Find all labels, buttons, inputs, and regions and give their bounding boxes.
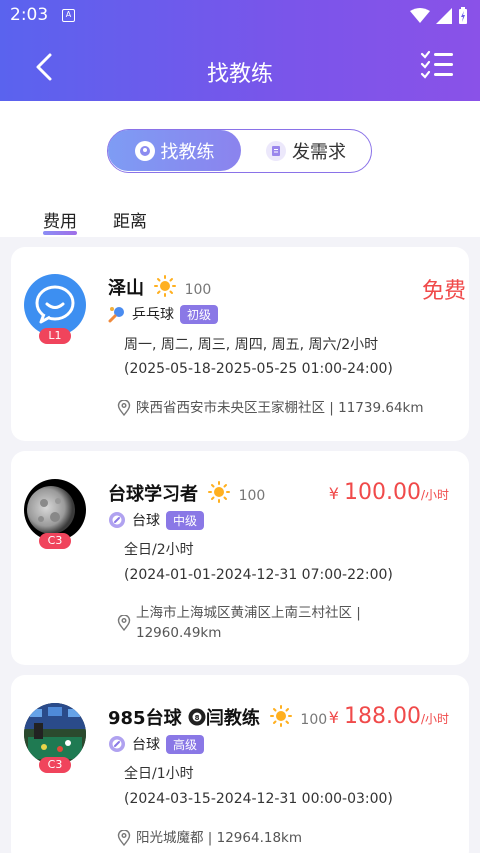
location-pin-icon — [117, 615, 131, 631]
sport-name: 乒乓球 — [132, 307, 174, 323]
sport-row: 乒乓球 初级 — [108, 304, 219, 324]
moon-avatar-image — [27, 486, 75, 534]
level-badge: L1 — [39, 328, 71, 344]
price-value: 100.00 — [343, 480, 421, 505]
page-title: 找教练 — [206, 62, 273, 87]
billiards-hall-avatar-image — [24, 703, 86, 765]
active-tab-indicator — [43, 231, 77, 235]
post-request-tab[interactable]: 发需求 — [241, 130, 371, 171]
coach-score: 100 — [238, 488, 266, 504]
chat-bubble-icon — [35, 285, 75, 324]
coach-name-text: 985台球 — [108, 708, 182, 729]
price-currency: ¥ — [328, 484, 339, 503]
coach-name: 985台球 8 闫教练 100 — [108, 704, 327, 730]
find-coach-tab[interactable]: 找教练 — [108, 130, 241, 171]
billiards-icon — [109, 512, 125, 528]
level-badge: C3 — [39, 757, 71, 773]
main-content: 找教练 发需求 费用 距离 L1 泽山 100 免费 乒乓球 初级 周一, 周二… — [0, 101, 480, 853]
grade-badge: 初级 — [180, 304, 219, 324]
period-text: (2024-01-01-2024-12-31 07:00-22:00) — [124, 567, 393, 583]
wifi-icon — [410, 7, 430, 23]
sun-icon — [208, 481, 231, 503]
filter-area: 找教练 发需求 费用 距离 — [0, 101, 480, 237]
post-request-label: 发需求 — [292, 141, 346, 163]
price-value: 188.00 — [343, 704, 421, 729]
price-free: 免费 — [421, 279, 466, 304]
price: ¥188.00/小时 — [329, 704, 449, 729]
coach-name: 泽山 100 — [108, 274, 211, 300]
battery-icon — [459, 7, 467, 24]
status-icons — [410, 7, 468, 24]
find-coach-icon — [134, 140, 155, 161]
app-header: 2:03 A 找教练 — [0, 0, 480, 101]
coach-name-text: 台球学习者 — [108, 484, 198, 505]
coach-name: 台球学习者 100 — [108, 480, 265, 506]
avatar — [24, 274, 86, 336]
coach-name-text-2: 闫教练 — [205, 708, 260, 729]
location-pin-icon — [117, 830, 131, 846]
coach-card[interactable]: L1 泽山 100 免费 乒乓球 初级 周一, 周二, 周三, 周四, 周五, … — [11, 247, 469, 441]
price-unit: /小时 — [420, 488, 449, 502]
status-bar: 2:03 A — [0, 0, 480, 32]
signal-icon — [436, 7, 452, 24]
avatar — [24, 479, 86, 541]
address-line-2: 12960.49km — [136, 625, 222, 641]
coach-score: 100 — [300, 712, 328, 728]
notification-app-icon: A — [62, 9, 75, 22]
sport-name: 台球 — [132, 737, 160, 753]
grade-badge: 高级 — [166, 734, 205, 754]
status-time: 2:03 — [10, 5, 49, 25]
coach-card[interactable]: C3 台球学习者 100 ¥100.00/小时 台球 中级 全日/2小时 (20… — [11, 451, 469, 665]
level-badge: C3 — [39, 533, 71, 549]
sun-icon — [270, 705, 293, 727]
coach-name-text: 泽山 — [108, 278, 144, 299]
avatar — [24, 703, 86, 765]
sort-tab-fee[interactable]: 费用 — [43, 207, 77, 232]
ping-pong-icon — [108, 307, 124, 323]
address: 陕西省西安市未央区王家棚社区 | 11739.64km — [117, 398, 424, 418]
eight-ball-icon: 8 — [188, 708, 206, 726]
svg-text:8: 8 — [194, 714, 199, 722]
price: ¥100.00/小时 — [329, 480, 449, 505]
sun-icon — [154, 275, 177, 297]
sport-row: 台球 高级 — [108, 734, 205, 754]
period-text: (2024-03-15-2024-12-31 00:00-03:00) — [124, 791, 393, 807]
schedule-text: 全日/2小时 — [124, 542, 194, 558]
location-pin-icon — [117, 400, 131, 416]
period-text: (2025-05-18-2025-05-25 01:00-24:00) — [124, 361, 393, 377]
address-text: 上海市上海城区黄浦区上南三村社区 | 12960.49km — [136, 603, 361, 643]
billiards-icon — [109, 736, 125, 752]
checklist-menu-icon[interactable] — [420, 50, 454, 80]
address-text: 陕西省西安市未央区王家棚社区 | 11739.64km — [136, 400, 424, 416]
coach-score: 100 — [184, 282, 212, 298]
address-line-1: 上海市上海城区黄浦区上南三村社区 | — [136, 605, 361, 621]
mode-segmented-control: 找教练 发需求 — [107, 129, 372, 173]
coach-card[interactable]: C3 985台球 8 闫教练 100 ¥188.00/小时 台球 高级 全日/1小… — [11, 675, 469, 853]
find-coach-label: 找教练 — [160, 141, 215, 163]
address: 上海市上海城区黄浦区上南三村社区 | 12960.49km — [117, 603, 427, 643]
grade-badge: 中级 — [166, 510, 205, 530]
sport-name: 台球 — [132, 513, 160, 529]
sport-row: 台球 中级 — [108, 510, 205, 530]
schedule-text: 周一, 周二, 周三, 周四, 周五, 周六/2小时 — [124, 337, 379, 353]
address: 阳光城魔都 | 12964.18km — [117, 828, 302, 848]
price-currency: ¥ — [328, 708, 339, 727]
sort-tab-distance[interactable]: 距离 — [113, 207, 147, 232]
post-request-icon — [266, 140, 286, 161]
schedule-text: 全日/1小时 — [124, 766, 194, 782]
price-unit: /小时 — [420, 712, 449, 726]
address-text: 阳光城魔都 | 12964.18km — [136, 830, 303, 846]
